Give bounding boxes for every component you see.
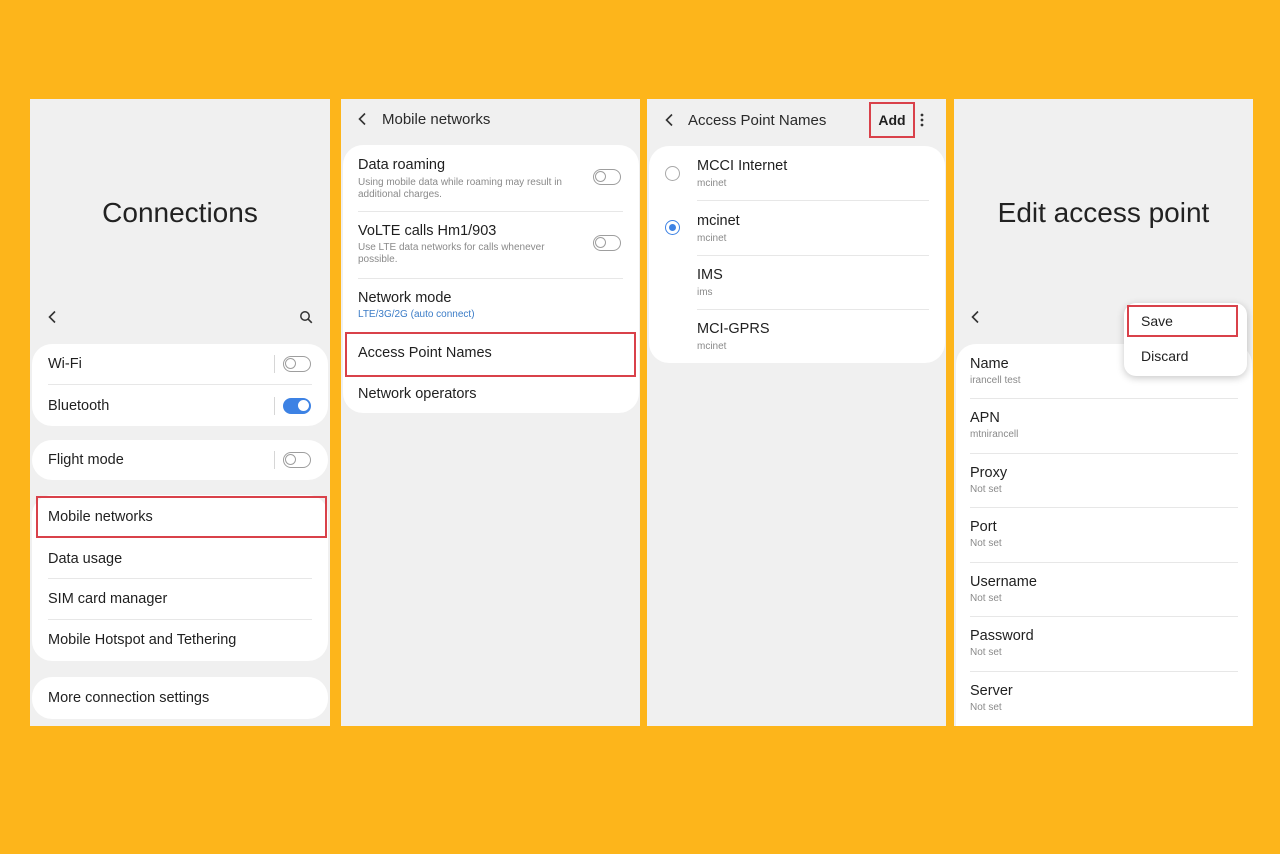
apn-value: mcinet [697, 341, 727, 352]
edit-access-point-screen: Edit access point Name irancell test APN… [954, 99, 1253, 726]
mobile-networks-screen: Mobile networks Data roaming Using mobil… [341, 99, 640, 726]
apn-value: ims [697, 287, 713, 298]
bluetooth-toggle[interactable] [283, 398, 311, 414]
field-value: Not set [970, 593, 1002, 604]
network-operators-row[interactable]: Network operators [343, 374, 639, 413]
network-mode-row[interactable]: Network mode LTE/3G/2G (auto connect) [343, 278, 639, 332]
add-button[interactable]: Add [871, 104, 913, 136]
field-label: Server [970, 683, 1013, 699]
field-value: mtnirancell [970, 429, 1019, 440]
apn-item-mcci-internet[interactable]: MCCI Internet mcinet [649, 146, 945, 200]
bluetooth-row[interactable]: Bluetooth [32, 385, 328, 426]
field-port[interactable]: Port Not set [956, 507, 1252, 562]
apn-item-mci-gprs[interactable]: MCI-GPRS mcinet [649, 309, 945, 363]
back-arrow-icon[interactable] [663, 113, 677, 127]
divider [274, 451, 275, 469]
divider [274, 355, 275, 373]
edit-access-point-title: Edit access point [997, 197, 1210, 228]
flight-mode-toggle[interactable] [283, 452, 311, 468]
field-value: Not set [970, 702, 1002, 713]
data-roaming-label: Data roaming [358, 157, 446, 173]
volte-calls-toggle[interactable] [593, 235, 621, 251]
data-usage-row[interactable]: Data usage [32, 537, 328, 578]
volte-calls-description-line1: Use LTE data networks for calls whenever [358, 242, 545, 253]
apn-radio[interactable] [665, 166, 680, 181]
field-apn[interactable]: APN mtnirancell [956, 398, 1252, 453]
highlight-mobile-networks [36, 496, 327, 538]
apn-name: MCCI Internet [697, 158, 788, 174]
volte-calls-description-line2: possible. [358, 254, 398, 265]
field-server[interactable]: Server Not set [956, 671, 1252, 726]
wifi-row[interactable]: Wi-Fi [32, 344, 328, 385]
network-operators-label: Network operators [358, 386, 477, 402]
apn-name: MCI-GPRS [697, 321, 770, 337]
data-roaming-description-line2: additional charges. [358, 189, 442, 200]
apn-name: IMS [697, 267, 723, 283]
more-connection-settings-row[interactable]: More connection settings [32, 677, 328, 719]
apn-list-card: MCCI Internet mcinet mcinet mcinet IMS i… [649, 146, 945, 363]
apn-value: mcinet [697, 178, 727, 189]
apn-fields-card: Name irancell test APN mtnirancell Proxy… [956, 344, 1252, 726]
field-proxy[interactable]: Proxy Not set [956, 453, 1252, 507]
apn-item-mcinet[interactable]: mcinet mcinet [649, 200, 945, 255]
search-icon[interactable] [299, 310, 313, 324]
divider [274, 397, 275, 415]
field-value: Not set [970, 538, 1002, 549]
connections-card-wireless: Wi-Fi Bluetooth [32, 344, 328, 426]
apn-value: mcinet [697, 233, 727, 244]
field-label: Name [970, 356, 1009, 372]
apn-item-ims[interactable]: IMS ims [649, 255, 945, 309]
access-point-names-screen: Access Point Names Add MCCI Internet mci… [647, 99, 946, 726]
back-arrow-icon[interactable] [356, 112, 370, 126]
discard-menu-item[interactable]: Discard [1129, 341, 1237, 371]
network-mode-label: Network mode [358, 290, 452, 306]
field-label: Port [970, 519, 997, 535]
volte-calls-row[interactable]: VoLTE calls Hm1/903 Use LTE data network… [343, 211, 639, 278]
hotspot-tethering-label: Mobile Hotspot and Tethering [48, 632, 237, 648]
apn-name: mcinet [697, 213, 740, 229]
field-label: Username [970, 574, 1037, 590]
more-connection-settings-label: More connection settings [48, 690, 210, 706]
more-options-icon[interactable] [919, 112, 925, 128]
connections-card-more: More connection settings [32, 677, 328, 719]
mobile-networks-title: Mobile networks [382, 111, 491, 128]
discard-label: Discard [1141, 348, 1189, 364]
field-label: Proxy [970, 465, 1008, 481]
network-mode-value: LTE/3G/2G (auto connect) [358, 309, 475, 320]
sim-card-manager-label: SIM card manager [48, 591, 168, 607]
bluetooth-label: Bluetooth [48, 398, 110, 414]
field-value: Not set [970, 484, 1002, 495]
data-usage-label: Data usage [48, 551, 123, 567]
wifi-toggle[interactable] [283, 356, 311, 372]
field-password[interactable]: Password Not set [956, 616, 1252, 671]
flight-mode-row[interactable]: Flight mode [32, 440, 328, 480]
field-value: irancell test [970, 375, 1021, 386]
volte-calls-label: VoLTE calls Hm1/903 [358, 223, 497, 239]
data-roaming-description-line1: Using mobile data while roaming may resu… [358, 177, 562, 188]
back-arrow-icon[interactable] [46, 310, 60, 324]
field-username[interactable]: Username Not set [956, 562, 1252, 616]
connections-title: Connections [102, 197, 258, 228]
data-roaming-toggle[interactable] [593, 169, 621, 185]
field-label: APN [970, 410, 1000, 426]
apn-radio-selected[interactable] [665, 220, 680, 235]
field-label: Password [970, 628, 1034, 644]
connections-screen: Connections Wi-Fi Bluetooth Flight mode … [30, 99, 330, 726]
hotspot-tethering-row[interactable]: Mobile Hotspot and Tethering [32, 619, 328, 661]
highlight-save [1127, 305, 1238, 337]
highlight-access-point-names [345, 332, 636, 377]
wifi-label: Wi-Fi [48, 356, 82, 372]
back-arrow-icon[interactable] [969, 310, 983, 324]
connections-card-flight: Flight mode [32, 440, 328, 480]
field-value: Not set [970, 647, 1002, 658]
sim-card-manager-row[interactable]: SIM card manager [32, 578, 328, 619]
data-roaming-row[interactable]: Data roaming Using mobile data while roa… [343, 145, 639, 211]
flight-mode-label: Flight mode [48, 452, 124, 468]
access-point-names-title: Access Point Names [688, 112, 827, 129]
